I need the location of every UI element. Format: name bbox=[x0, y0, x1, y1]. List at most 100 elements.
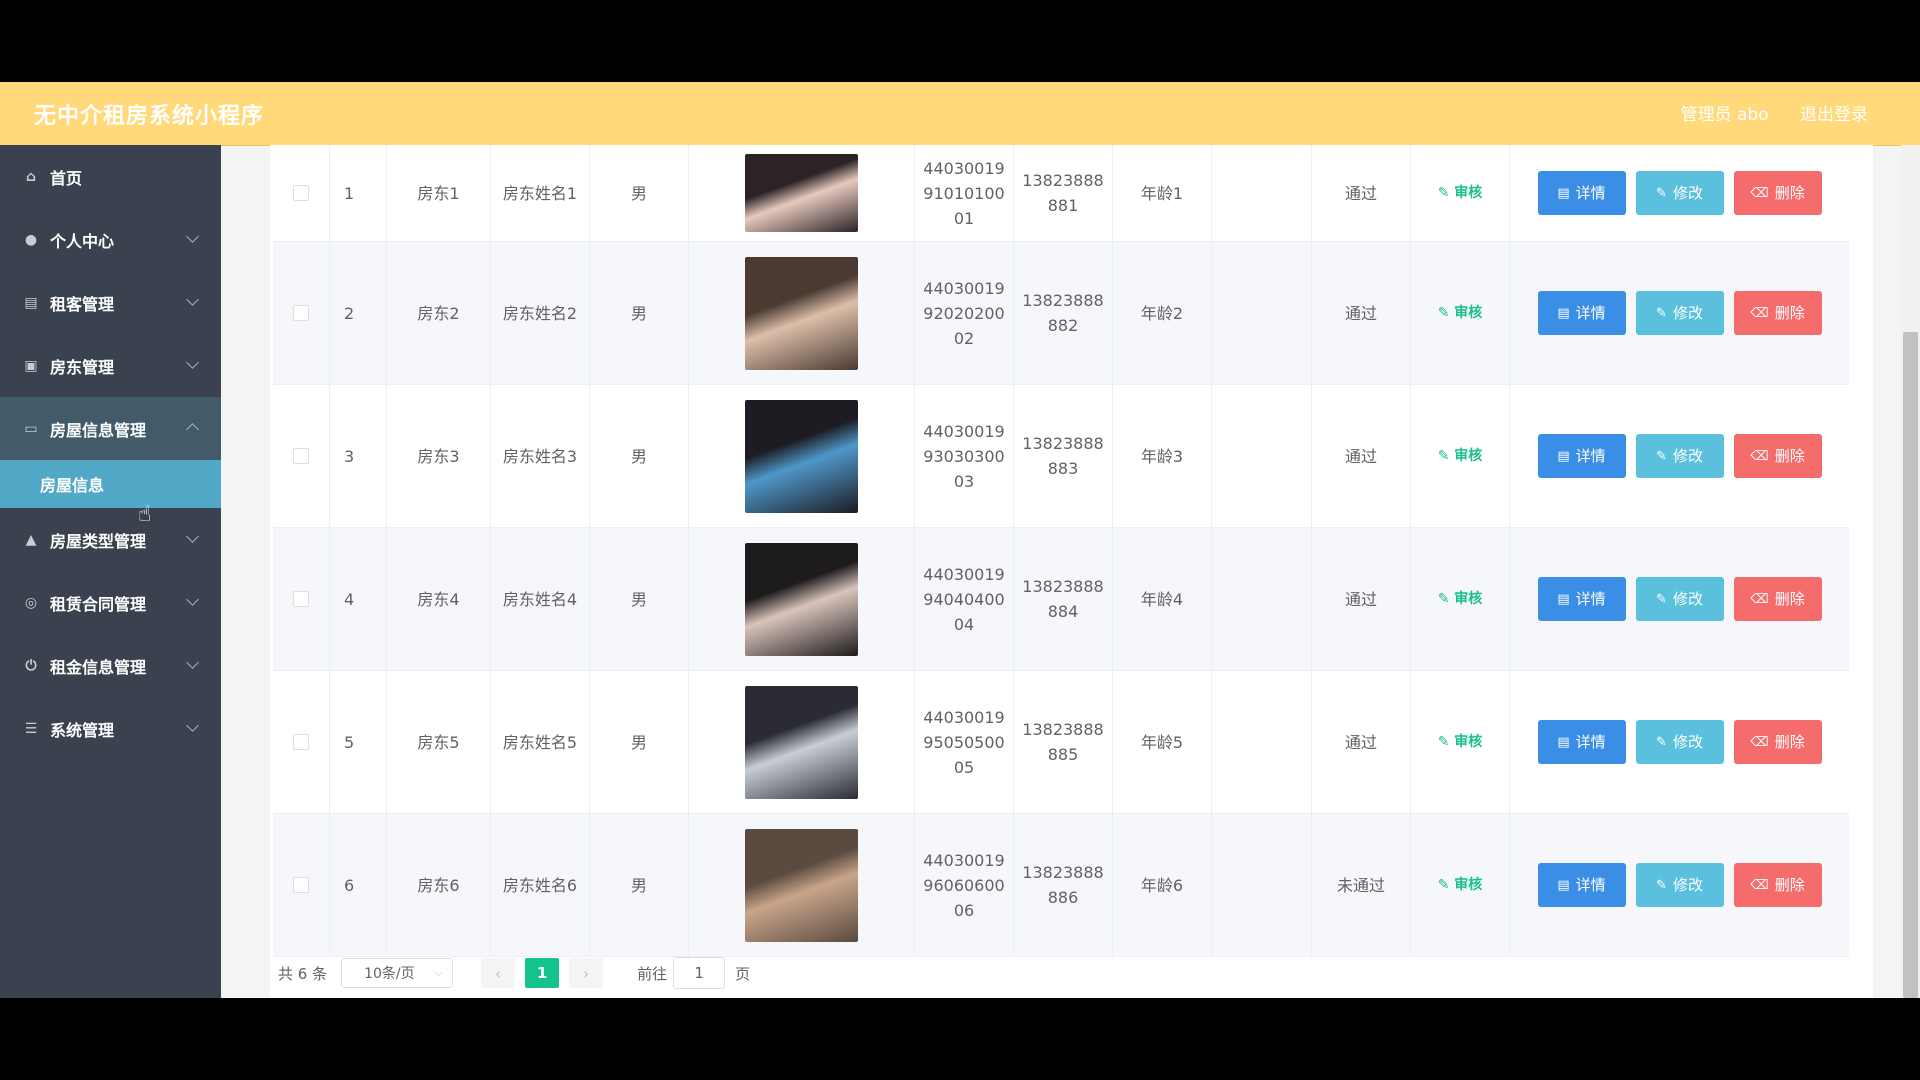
edit-icon: ✎ bbox=[1656, 734, 1667, 750]
edit-button[interactable]: ✎ 修改 bbox=[1635, 171, 1724, 215]
detail-button[interactable]: ▤ 详情 bbox=[1537, 577, 1626, 621]
audit-status: 通过 bbox=[1312, 671, 1411, 813]
sidebar-item-0[interactable]: ⌂ 首页 bbox=[0, 145, 221, 208]
pagination-total: 共 6 条 bbox=[278, 964, 328, 983]
admin-label[interactable]: 管理员 abo bbox=[1681, 105, 1769, 125]
detail-button[interactable]: ▤ 详情 bbox=[1537, 720, 1626, 764]
row-checkbox[interactable] bbox=[293, 591, 309, 607]
sidebar-item-6[interactable]: ◎ 租赁合同管理 bbox=[0, 571, 221, 634]
phone-number-line: 13823888 bbox=[1022, 577, 1104, 596]
chevron-icon bbox=[186, 230, 199, 243]
sidebar-item-8[interactable]: ☰ 系统管理 bbox=[0, 697, 221, 760]
id-number-line: 44030019 bbox=[923, 158, 1005, 178]
gender: 男 bbox=[590, 385, 689, 527]
audit-cell: ✎ 审核 bbox=[1411, 242, 1510, 384]
row-checkbox[interactable] bbox=[293, 185, 309, 201]
detail-button[interactable]: ▤ 详情 bbox=[1537, 434, 1626, 478]
landlord-account: 房东5 bbox=[387, 671, 491, 813]
page-size-value: 10条/页 bbox=[364, 966, 415, 982]
row-checkbox-cell bbox=[273, 814, 330, 956]
audit-status: 通过 bbox=[1312, 528, 1411, 670]
row-checkbox[interactable] bbox=[293, 877, 309, 893]
audit-link[interactable]: ✎ 审核 bbox=[1438, 181, 1483, 206]
list-icon: ▤ bbox=[24, 294, 38, 311]
avatar bbox=[745, 542, 858, 656]
user-tie-icon: ▲ bbox=[25, 531, 37, 548]
audit-link[interactable]: ✎ 审核 bbox=[1438, 587, 1483, 612]
page-size-select[interactable]: 10条/页 ⌵ bbox=[341, 958, 454, 988]
edit-icon: ✎ bbox=[1656, 877, 1667, 893]
sidebar-item-1[interactable]: ● 个人中心 bbox=[0, 208, 221, 271]
gender: 男 bbox=[590, 814, 689, 956]
sidebar-item-7[interactable]: ⏻ 租金信息管理 bbox=[0, 634, 221, 697]
id-number: 44030019 91010100 01 bbox=[915, 145, 1014, 241]
delete-button[interactable]: ⌫ 删除 bbox=[1733, 434, 1822, 478]
avatar-cell bbox=[689, 671, 915, 813]
delete-label: 删除 bbox=[1774, 732, 1805, 751]
empty-cell bbox=[1212, 145, 1312, 241]
detail-button[interactable]: ▤ 详情 bbox=[1537, 863, 1626, 907]
row-checkbox-cell bbox=[273, 242, 330, 384]
age: 年龄3 bbox=[1113, 385, 1212, 527]
edit-button[interactable]: ✎ 修改 bbox=[1635, 291, 1724, 335]
detail-label: 详情 bbox=[1575, 589, 1606, 608]
landlord-name: 房东姓名2 bbox=[491, 242, 590, 384]
row-index: 2 bbox=[330, 242, 387, 384]
gender: 男 bbox=[590, 242, 689, 384]
next-page-button[interactable]: › bbox=[569, 958, 604, 988]
detail-button[interactable]: ▤ 详情 bbox=[1537, 171, 1626, 215]
age: 年龄2 bbox=[1113, 242, 1212, 384]
delete-label: 删除 bbox=[1774, 303, 1805, 322]
landlord-name: 房东姓名1 bbox=[491, 145, 590, 241]
sidebar-item-label: 租客管理 bbox=[50, 294, 115, 314]
audit-link[interactable]: ✎ 审核 bbox=[1438, 301, 1483, 326]
detail-button[interactable]: ▤ 详情 bbox=[1537, 291, 1626, 335]
goto-page-input[interactable]: 1 bbox=[673, 957, 726, 989]
actions-cell: ▤ 详情 ✎ 修改 ⌫ 删除 bbox=[1510, 242, 1849, 384]
row-index: 1 bbox=[330, 145, 387, 241]
sidebar-item-2[interactable]: ▤ 租客管理 bbox=[0, 271, 221, 334]
detail-label: 详情 bbox=[1575, 875, 1606, 894]
delete-button[interactable]: ⌫ 删除 bbox=[1733, 171, 1822, 215]
scrollbar-thumb[interactable] bbox=[1903, 332, 1918, 998]
sidebar-item-4[interactable]: ▭ 房屋信息管理 bbox=[0, 397, 221, 460]
sidebar-item-3[interactable]: ▣ 房东管理 bbox=[0, 334, 221, 397]
audit-label: 审核 bbox=[1454, 304, 1483, 321]
landlord-name: 房东姓名4 bbox=[491, 528, 590, 670]
audit-link[interactable]: ✎ 审核 bbox=[1438, 730, 1483, 755]
audit-link[interactable]: ✎ 审核 bbox=[1438, 444, 1483, 469]
edit-button[interactable]: ✎ 修改 bbox=[1635, 577, 1724, 621]
empty-cell bbox=[1212, 528, 1312, 670]
page-number-current[interactable]: 1 bbox=[525, 958, 560, 988]
user-icon: ● bbox=[24, 231, 38, 248]
sidebar-item-5[interactable]: ▲ 房屋类型管理 bbox=[0, 508, 221, 571]
sidebar-item-label: 首页 bbox=[50, 168, 83, 188]
edit-button[interactable]: ✎ 修改 bbox=[1635, 720, 1724, 764]
audit-cell: ✎ 审核 bbox=[1411, 385, 1510, 527]
chevron-icon bbox=[186, 356, 199, 369]
table-row: 5 房东5 房东姓名5 男 44030019 95050500 05 13823888 885 年… bbox=[273, 671, 1849, 814]
table-row: 1 房东1 房东姓名1 男 44030019 91010100 01 13823888 881 年… bbox=[273, 145, 1849, 242]
phone-number: 13823888 885 bbox=[1014, 671, 1113, 813]
sidebar-item-label: 个人中心 bbox=[50, 231, 115, 251]
edit-icon: ✎ bbox=[1656, 448, 1667, 464]
delete-button[interactable]: ⌫ 删除 bbox=[1733, 577, 1822, 621]
delete-button[interactable]: ⌫ 删除 bbox=[1733, 720, 1822, 764]
page-scrollbar[interactable] bbox=[1901, 145, 1920, 998]
row-checkbox[interactable] bbox=[293, 734, 309, 750]
edit-button[interactable]: ✎ 修改 bbox=[1635, 863, 1724, 907]
delete-button[interactable]: ⌫ 删除 bbox=[1733, 291, 1822, 335]
sidebar-subitem-house-info[interactable]: 房屋信息 bbox=[0, 460, 221, 508]
row-checkbox[interactable] bbox=[293, 448, 309, 464]
document-icon: ▤ bbox=[1557, 448, 1570, 464]
prev-page-button[interactable]: ‹ bbox=[481, 958, 516, 988]
logout-link[interactable]: 退出登录 bbox=[1800, 105, 1868, 125]
row-checkbox[interactable] bbox=[293, 305, 309, 321]
edit-label: 修改 bbox=[1672, 589, 1703, 608]
edit-button[interactable]: ✎ 修改 bbox=[1635, 434, 1724, 478]
id-number-line: 03 bbox=[953, 471, 975, 491]
audit-link[interactable]: ✎ 审核 bbox=[1438, 873, 1483, 898]
actions-cell: ▤ 详情 ✎ 修改 ⌫ 删除 bbox=[1510, 814, 1849, 956]
avatar-cell bbox=[689, 814, 915, 956]
delete-button[interactable]: ⌫ 删除 bbox=[1733, 863, 1822, 907]
